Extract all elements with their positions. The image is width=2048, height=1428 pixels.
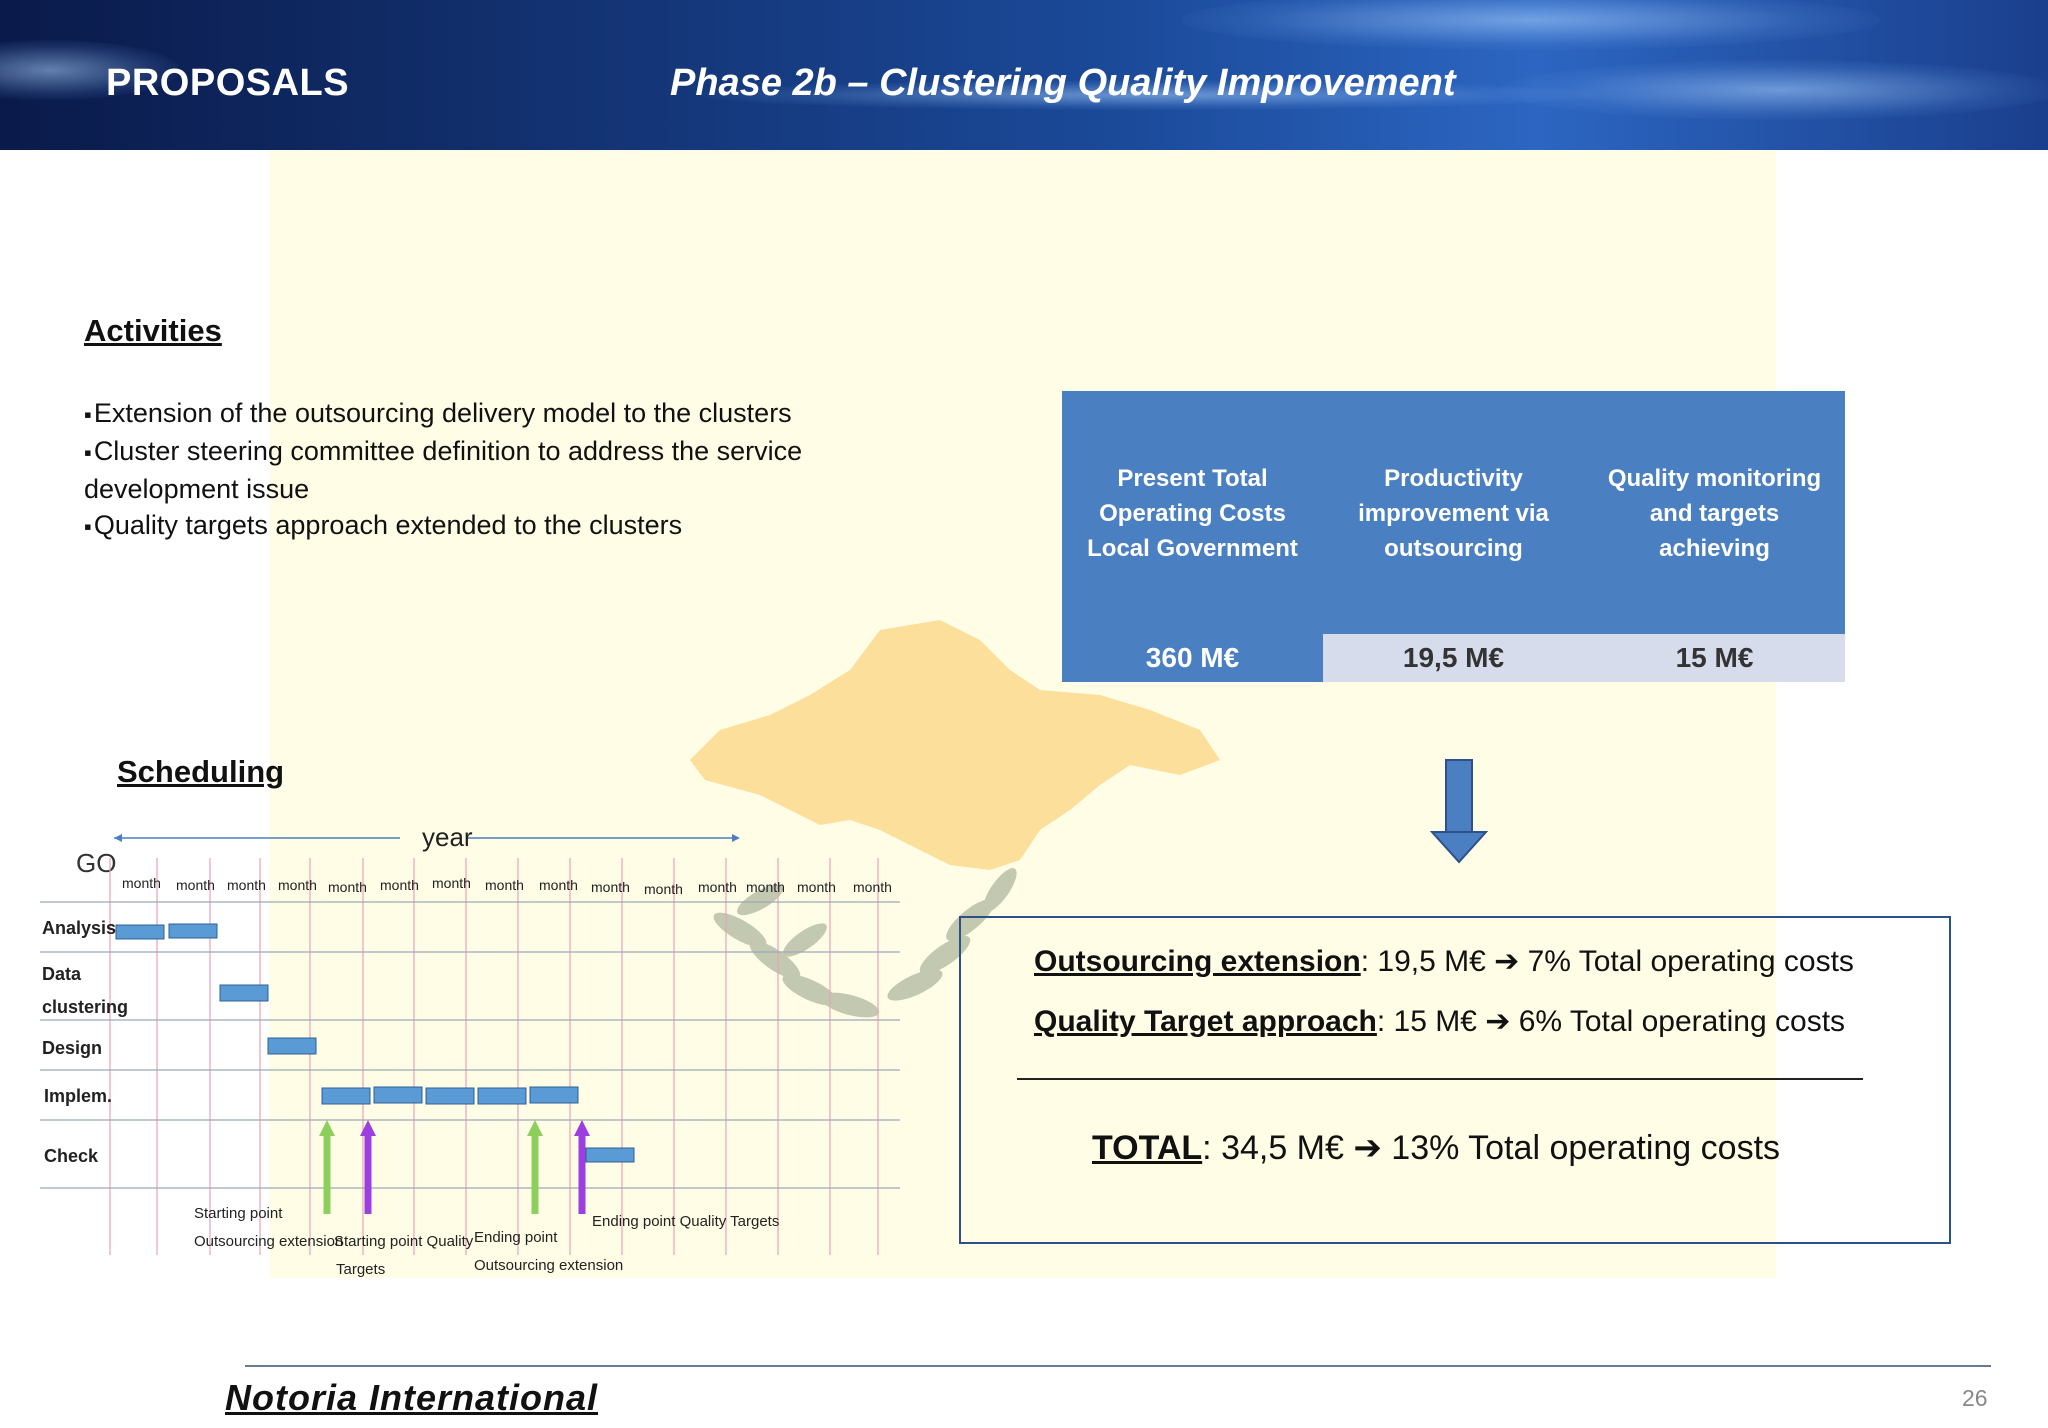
milestone-labels: Starting point Outsourcing extension Sta… xyxy=(194,1205,779,1278)
footer-divider xyxy=(245,1365,1991,1367)
month-label: month xyxy=(746,879,785,895)
cost-value-quality: 15 M€ xyxy=(1584,634,1845,682)
bar-implem xyxy=(425,1087,475,1105)
month-label: month xyxy=(853,879,892,895)
bar-data-clustering xyxy=(219,984,269,1002)
bar-design xyxy=(267,1037,317,1055)
month-label: month xyxy=(591,879,630,895)
month-label: month xyxy=(539,877,578,893)
activity-item: Quality targets approach extended to the… xyxy=(84,507,884,545)
down-arrow-icon xyxy=(1430,759,1489,864)
summary-total: TOTAL: 34,5 M€ ➔ 13% Total operating cos… xyxy=(1092,1129,1781,1167)
row-label-data: Data xyxy=(42,964,82,984)
row-label-clustering: clustering xyxy=(42,997,128,1017)
milestone-label: Starting point Quality xyxy=(334,1233,474,1250)
activities-heading: Activities xyxy=(84,313,222,348)
row-labels: Analysis Data clustering Design Implem. … xyxy=(42,918,128,1166)
arrow-up-icon xyxy=(319,1120,335,1136)
row-label-implem: Implem. xyxy=(44,1086,112,1106)
bar-analysis xyxy=(115,924,165,940)
bar-implem xyxy=(529,1086,579,1104)
month-label: month xyxy=(380,877,419,893)
month-label: month xyxy=(122,875,161,891)
activity-item: Extension of the outsourcing delivery mo… xyxy=(84,395,884,433)
arrow-up-icon xyxy=(574,1120,590,1136)
bar-check xyxy=(585,1147,635,1163)
milestone-label: Starting point xyxy=(194,1205,283,1222)
milestone-label: Ending point xyxy=(474,1229,558,1246)
summary-outsourcing: Outsourcing extension: 19,5 M€ ➔ 7% Tota… xyxy=(1034,945,1854,978)
month-label: month xyxy=(328,879,367,895)
month-label: month xyxy=(227,877,266,893)
milestone-label: Targets xyxy=(336,1261,385,1278)
page-number: 26 xyxy=(1962,1385,1988,1411)
footer-brand: Notoria International xyxy=(225,1377,599,1418)
bar-analysis xyxy=(168,923,218,939)
bar-implem xyxy=(321,1087,371,1105)
month-labels: month month month month month month mont… xyxy=(122,875,892,897)
bar-implem xyxy=(477,1087,527,1105)
row-label-design: Design xyxy=(42,1038,102,1058)
gantt-grid-verticals xyxy=(109,858,879,1255)
cost-header-productivity: Productivity improvement via outsourcing xyxy=(1358,465,1549,562)
cost-header-quality: Quality monitoring and targets achieving xyxy=(1607,465,1822,562)
month-label: month xyxy=(176,877,215,893)
cost-header-present: Present Total Operating Costs Local Gove… xyxy=(1087,465,1298,562)
row-label-analysis: Analysis xyxy=(42,918,116,938)
row-label-check: Check xyxy=(44,1146,99,1166)
milestone-label: Outsourcing extension xyxy=(474,1257,623,1274)
summary-quality: Quality Target approach: 15 M€ ➔ 6% Tota… xyxy=(1034,1005,1846,1038)
month-label: month xyxy=(485,877,524,893)
activities-list: Extension of the outsourcing delivery mo… xyxy=(84,395,884,545)
month-label: month xyxy=(797,879,836,895)
bar-implem xyxy=(373,1086,423,1104)
year-label: year xyxy=(422,822,473,852)
month-label: month xyxy=(432,875,471,891)
cost-table: Present Total Operating Costs Local Gove… xyxy=(1062,391,1845,682)
arrow-up-icon xyxy=(527,1120,543,1136)
activity-item: Cluster steering committee definition to… xyxy=(84,433,864,507)
milestone-label: Outsourcing extension xyxy=(194,1233,343,1250)
month-label: month xyxy=(278,877,317,893)
slide-title: Phase 2b – Clustering Quality Improvemen… xyxy=(670,62,1456,104)
cost-value-present: 360 M€ xyxy=(1145,642,1240,673)
scheduling-heading: Scheduling xyxy=(117,754,285,789)
milestone-arrows xyxy=(319,1120,590,1214)
summary-divider xyxy=(1017,1078,1863,1080)
month-label: month xyxy=(698,879,737,895)
milestone-label: Ending point Quality Targets xyxy=(592,1213,779,1230)
gantt-bars xyxy=(115,923,635,1163)
gantt-grid-horizontals xyxy=(40,901,900,1189)
section-title: PROPOSALS xyxy=(106,62,350,104)
cost-value-productivity: 19,5 M€ xyxy=(1323,634,1584,682)
month-label: month xyxy=(644,881,683,897)
gantt-chart: year GO month month month month month mo… xyxy=(40,822,900,1278)
summary-box: Outsourcing extension: 19,5 M€ ➔ 7% Tota… xyxy=(959,916,1951,1244)
